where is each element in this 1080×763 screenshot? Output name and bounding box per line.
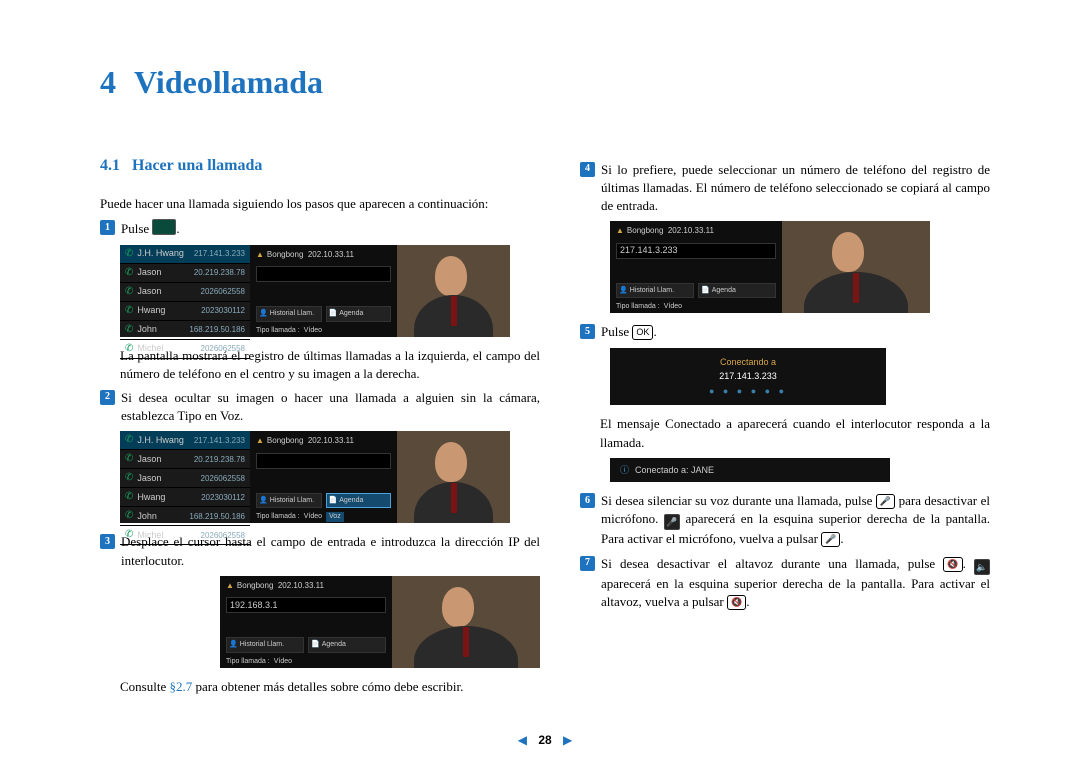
- ip-input: 192.168.3.1: [226, 597, 386, 613]
- self-preview: [397, 245, 510, 337]
- section-number: 4.1: [100, 157, 120, 174]
- screenshot-select-recent: ▲Bongbong 202.10.33.11 217.141.3.233 👤Hi…: [610, 221, 930, 313]
- step-marker-2: 2: [100, 390, 115, 405]
- mic-muted-indicator-icon: 🎤: [664, 514, 680, 530]
- step-4-text: Si lo prefiere, puede seleccionar un núm…: [601, 161, 990, 216]
- chapter-name: Videollamada: [134, 64, 323, 100]
- btn-historial: 👤Historial Llam.: [256, 306, 322, 322]
- page-footer: ◀ 28 ▶: [100, 732, 990, 749]
- mid-panel: ▲Bongbong 202.10.33.11 👤Historial Llam. …: [250, 245, 397, 337]
- mute-key-icon: 🎤: [876, 494, 895, 509]
- call-list: ✆J.H. Hwang217.141.3.233 ✆Jason20.219.23…: [120, 245, 250, 337]
- step-5-text: Pulse OK.: [601, 323, 990, 341]
- step-2: 2 Si desea ocultar su imagen o hacer una…: [100, 389, 540, 425]
- left-column: 4.1 Hacer una llamada Puede hacer una lla…: [100, 155, 540, 702]
- step-marker-5: 5: [580, 324, 595, 339]
- speaker-key-icon: 🔇: [943, 557, 962, 572]
- after-step-3: Consulte §2.7 para obtener más detalles …: [120, 678, 540, 696]
- ip-input-empty: [256, 266, 391, 282]
- call-button-icon: [152, 219, 176, 235]
- section-title: 4.1 Hacer una llamada: [100, 155, 540, 177]
- intro-text: Puede hacer una llamada siguiendo los pa…: [100, 195, 540, 213]
- screenshot-call-log-1: ✆J.H. Hwang217.141.3.233 ✆Jason20.219.23…: [120, 245, 510, 337]
- progress-dots-icon: ● ● ● ● ● ●: [618, 385, 878, 398]
- section-name: Hacer una llamada: [132, 157, 262, 174]
- screenshot-connected: ⓘ Conectado a: JANE: [610, 458, 890, 483]
- step-4: 4 Si lo prefiere, puede seleccionar un n…: [580, 161, 990, 216]
- step-1: 1 Pulse .: [100, 219, 540, 238]
- step-6: 6 Si desea silenciar su voz durante una …: [580, 492, 990, 548]
- ok-key-icon: OK: [632, 325, 653, 340]
- page-number: 28: [538, 733, 551, 747]
- mute-key-icon-2: 🎤: [821, 532, 840, 547]
- step-marker-7: 7: [580, 556, 595, 571]
- chapter-number: 4: [100, 64, 116, 100]
- step-7: 7 Si desea desactivar el altavoz durante…: [580, 555, 990, 611]
- speaker-key-icon-2: 🔇: [727, 595, 746, 610]
- step-3-text: Desplace el cursor hasta el campo de ent…: [121, 533, 540, 569]
- step-3: 3 Desplace el cursor hasta el campo de e…: [100, 533, 540, 569]
- btn-agenda: 📄Agenda: [326, 306, 392, 322]
- ref-link-2-7[interactable]: §2.7: [169, 679, 192, 694]
- screenshot-ip-entered: ▲Bongbong 202.10.33.11 192.168.3.1 👤Hist…: [220, 576, 540, 668]
- step-marker-4: 4: [580, 162, 595, 177]
- step-5: 5 Pulse OK.: [580, 323, 990, 341]
- after-step-5: El mensaje Conectado a aparecerá cuando …: [600, 415, 990, 451]
- step-marker-1: 1: [100, 220, 115, 235]
- chapter-title: 4 Videollamada: [100, 60, 990, 105]
- right-column: 4 Si lo prefiere, puede seleccionar un n…: [580, 155, 990, 702]
- step-2-text: Si desea ocultar su imagen o hacer una l…: [121, 389, 540, 425]
- step-7-text: Si desea desactivar el altavoz durante u…: [601, 555, 990, 611]
- after-step-1: La pantalla mostrará el registro de últi…: [120, 347, 540, 383]
- prev-page-arrow-icon[interactable]: ◀: [518, 732, 527, 749]
- next-page-arrow-icon[interactable]: ▶: [563, 732, 572, 749]
- screenshot-call-log-2: ✆J.H. Hwang217.141.3.233 ✆Jason20.219.23…: [120, 431, 510, 523]
- step-6-text: Si desea silenciar su voz durante una ll…: [601, 492, 990, 548]
- step-marker-3: 3: [100, 534, 115, 549]
- speaker-off-indicator-icon: 🔈: [974, 559, 990, 575]
- step-1-text: Pulse .: [121, 219, 540, 238]
- screenshot-connecting: Conectando a 217.141.3.233 ● ● ● ● ● ●: [610, 348, 886, 406]
- info-icon: ⓘ: [620, 464, 629, 477]
- step-marker-6: 6: [580, 493, 595, 508]
